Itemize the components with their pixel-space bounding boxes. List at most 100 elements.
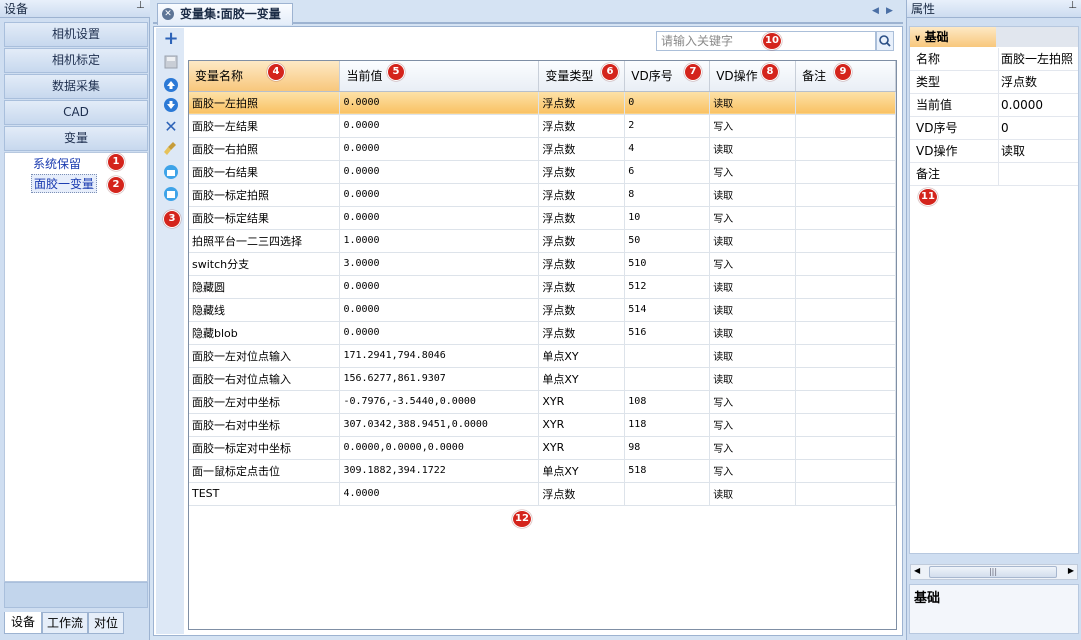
cell-remark[interactable] — [795, 390, 896, 414]
cell-remark[interactable] — [795, 459, 896, 483]
cell-remark[interactable] — [795, 298, 896, 322]
cell-name[interactable]: 面胶一右对中坐标 — [189, 413, 341, 437]
cell-remark[interactable] — [795, 321, 896, 345]
cell-name[interactable]: 隐藏圆 — [189, 275, 341, 299]
scroll-right-icon[interactable]: ▶ — [1068, 566, 1074, 575]
cell-value[interactable]: 0.0000 — [339, 114, 540, 138]
cell-vd-op[interactable]: 写入 — [709, 160, 797, 184]
property-value[interactable]: 读取 — [998, 140, 1025, 162]
scrollbar-thumb[interactable]: ||| — [929, 566, 1057, 578]
cell-value[interactable]: 171.2941,794.8046 — [339, 344, 540, 368]
cell-remark[interactable] — [795, 344, 896, 368]
delete-icon[interactable]: ✕ — [163, 119, 179, 135]
cell-type[interactable]: 浮点数 — [538, 183, 626, 207]
cell-value[interactable]: 309.1882,394.1722 — [339, 459, 540, 483]
cell-vd-op[interactable]: 写入 — [709, 206, 797, 230]
column-header-name[interactable]: 变量名称 — [189, 61, 341, 92]
cell-value[interactable]: 307.0342,388.9451,0.0000 — [339, 413, 540, 437]
cell-vd-op[interactable]: 读取 — [709, 229, 797, 253]
cell-vd-index[interactable]: 8 — [624, 183, 711, 207]
cell-name[interactable]: 面胶一右拍照 — [189, 137, 341, 161]
cell-name[interactable]: 面胶一左对中坐标 — [189, 390, 341, 414]
property-row[interactable]: VD操作 读取 — [910, 140, 1078, 163]
cell-value[interactable]: 0.0000 — [339, 298, 540, 322]
nav-camera-calibration[interactable]: 相机标定 — [4, 48, 148, 73]
cell-remark[interactable] — [795, 367, 896, 391]
cell-remark[interactable] — [795, 436, 896, 460]
property-row[interactable]: 备注 — [910, 163, 1078, 186]
cell-value[interactable]: 0.0000 — [339, 137, 540, 161]
property-row[interactable]: 类型 浮点数 — [910, 71, 1078, 94]
cell-type[interactable]: XYR — [538, 390, 626, 414]
property-value[interactable]: 面胶一左拍照 — [998, 48, 1073, 70]
table-row[interactable]: 面胶一左结果 0.0000 浮点数 2 写入 — [189, 114, 896, 138]
cell-name[interactable]: TEST — [189, 482, 341, 506]
nav-camera-settings[interactable]: 相机设置 — [4, 22, 148, 47]
import-icon[interactable] — [163, 164, 179, 180]
export-icon[interactable] — [163, 186, 179, 202]
cell-vd-op[interactable]: 读取 — [709, 321, 797, 345]
cell-name[interactable]: 隐藏blob — [189, 321, 341, 345]
cell-vd-index[interactable] — [624, 367, 711, 391]
cell-vd-index[interactable]: 516 — [624, 321, 711, 345]
cell-vd-index[interactable]: 118 — [624, 413, 711, 437]
table-row[interactable]: 面胶一右结果 0.0000 浮点数 6 写入 — [189, 160, 896, 184]
tab-alignment[interactable]: 对位 — [88, 612, 124, 634]
cell-type[interactable]: 浮点数 — [538, 114, 626, 138]
table-row[interactable]: 面一鼠标定点击位 309.1882,394.1722 单点XY 518 写入 — [189, 459, 896, 483]
cell-value[interactable]: 0.0000 — [339, 321, 540, 345]
cell-vd-index[interactable]: 6 — [624, 160, 711, 184]
cell-type[interactable]: 浮点数 — [538, 252, 626, 276]
cell-vd-index[interactable]: 510 — [624, 252, 711, 276]
cell-remark[interactable] — [795, 160, 896, 184]
cell-name[interactable]: switch分支 — [189, 252, 341, 276]
cell-type[interactable]: 浮点数 — [538, 298, 626, 322]
property-row[interactable]: 名称 面胶一左拍照 — [910, 48, 1078, 71]
cell-vd-op[interactable]: 写入 — [709, 436, 797, 460]
cell-vd-op[interactable]: 读取 — [709, 344, 797, 368]
cell-vd-op[interactable]: 读取 — [709, 91, 797, 115]
table-row[interactable]: 隐藏blob 0.0000 浮点数 516 读取 — [189, 321, 896, 345]
cell-remark[interactable] — [795, 91, 896, 115]
cell-name[interactable]: 拍照平台一二三四选择 — [189, 229, 341, 253]
cell-vd-index[interactable]: 512 — [624, 275, 711, 299]
cell-type[interactable]: 浮点数 — [538, 482, 626, 506]
cell-name[interactable]: 面胶一左拍照 — [189, 91, 341, 115]
cell-vd-op[interactable]: 读取 — [709, 137, 797, 161]
cell-remark[interactable] — [795, 413, 896, 437]
property-value[interactable]: 0.0000 — [998, 94, 1043, 116]
cell-remark[interactable] — [795, 137, 896, 161]
tree-item-system-reserved[interactable]: 系统保留 — [33, 155, 81, 172]
table-row[interactable]: 面胶一标定拍照 0.0000 浮点数 8 读取 — [189, 183, 896, 207]
cell-remark[interactable] — [795, 183, 896, 207]
cell-name[interactable]: 面胶一右结果 — [189, 160, 341, 184]
cell-type[interactable]: 浮点数 — [538, 321, 626, 345]
cell-name[interactable]: 面一鼠标定点击位 — [189, 459, 341, 483]
cell-type[interactable]: 浮点数 — [538, 91, 626, 115]
clear-icon[interactable] — [163, 141, 179, 157]
cell-vd-index[interactable]: 0 — [624, 91, 711, 115]
cell-type[interactable]: XYR — [538, 413, 626, 437]
cell-vd-index[interactable] — [624, 482, 711, 506]
cell-vd-index[interactable]: 108 — [624, 390, 711, 414]
table-row[interactable]: 拍照平台一二三四选择 1.0000 浮点数 50 读取 — [189, 229, 896, 253]
nav-cad[interactable]: CAD — [4, 100, 148, 125]
cell-remark[interactable] — [795, 482, 896, 506]
cell-name[interactable]: 面胶一左对位点输入 — [189, 344, 341, 368]
table-row[interactable]: 面胶一右对中坐标 307.0342,388.9451,0.0000 XYR 118 写入 — [189, 413, 896, 437]
tab-device[interactable]: 设备 — [4, 612, 42, 634]
cell-vd-index[interactable]: 514 — [624, 298, 711, 322]
pin-icon[interactable]: ⊥ — [1068, 0, 1077, 11]
cell-vd-op[interactable]: 读取 — [709, 367, 797, 391]
table-row[interactable]: 面胶一标定对中坐标 0.0000,0.0000,0.0000 XYR 98 写入 — [189, 436, 896, 460]
cell-type[interactable]: 浮点数 — [538, 229, 626, 253]
table-row[interactable]: switch分支 3.0000 浮点数 510 写入 — [189, 252, 896, 276]
cell-vd-op[interactable]: 写入 — [709, 390, 797, 414]
cell-name[interactable]: 面胶一标定结果 — [189, 206, 341, 230]
cell-value[interactable]: 0.0000 — [339, 160, 540, 184]
cell-remark[interactable] — [795, 275, 896, 299]
cell-vd-op[interactable]: 读取 — [709, 298, 797, 322]
cell-vd-index[interactable]: 98 — [624, 436, 711, 460]
scroll-left-icon[interactable]: ◀ — [914, 566, 920, 575]
cell-value[interactable]: 0.0000 — [339, 206, 540, 230]
